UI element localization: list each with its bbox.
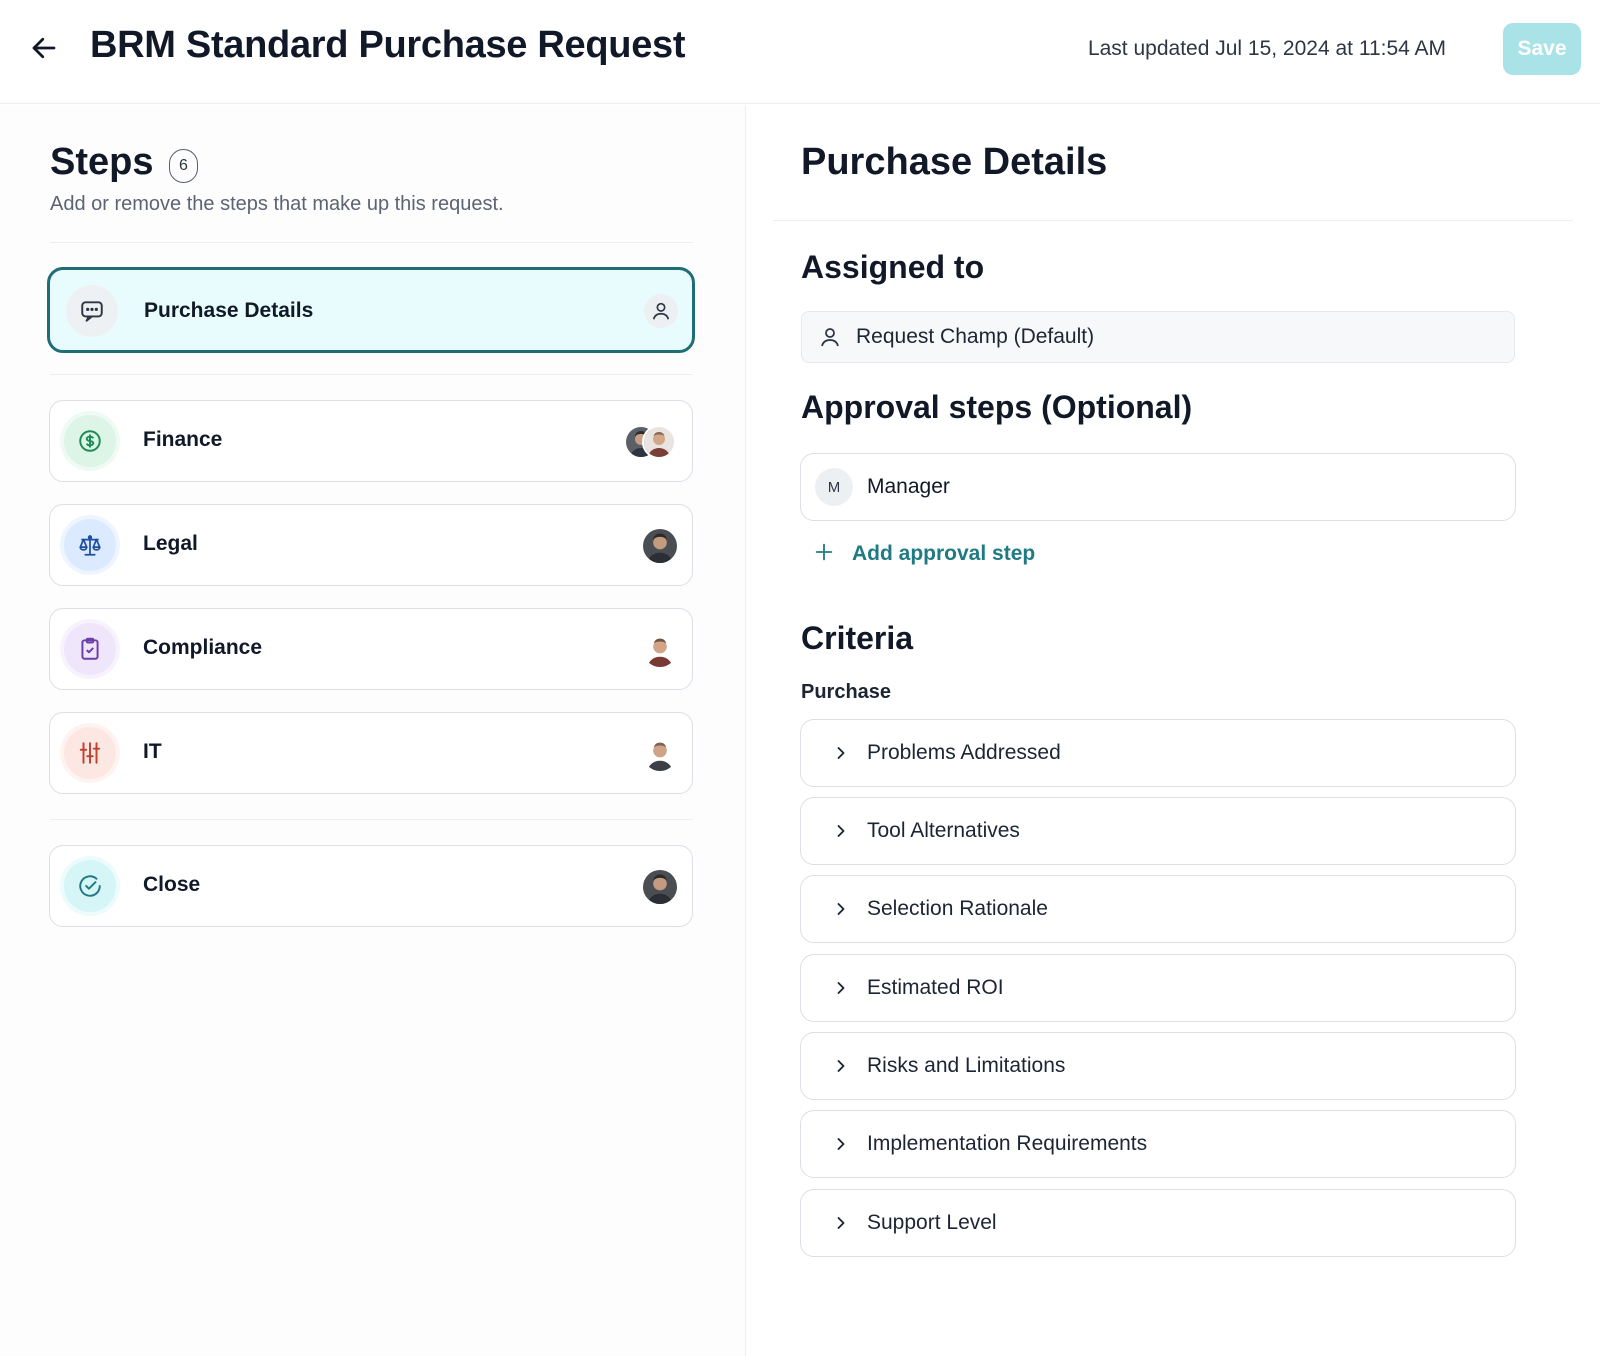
details-panel: Purchase Details Assigned to Request Cha… xyxy=(747,105,1600,1356)
avatar xyxy=(643,529,677,563)
step-label: Close xyxy=(143,873,201,896)
save-button[interactable]: Save xyxy=(1503,23,1581,75)
criteria-item-tool-alternatives[interactable]: Tool Alternatives xyxy=(800,797,1516,865)
steps-title: Steps xyxy=(50,141,154,183)
chat-icon xyxy=(66,285,118,337)
approval-step-label: Manager xyxy=(867,475,950,498)
step-card-compliance[interactable]: Compliance xyxy=(49,608,693,690)
chevron-right-icon xyxy=(837,1060,845,1072)
criteria-item-selection-rationale[interactable]: Selection Rationale xyxy=(800,875,1516,943)
step-card-purchase-details[interactable]: Purchase Details xyxy=(47,267,695,353)
assignee-value: Request Champ (Default) xyxy=(856,325,1095,348)
page-title: BRM Standard Purchase Request xyxy=(90,24,686,66)
avatar xyxy=(642,425,676,459)
criteria-heading: Criteria xyxy=(801,620,914,656)
step-label: Compliance xyxy=(143,636,263,659)
approval-step-manager[interactable]: M Manager xyxy=(800,453,1516,521)
step-label: Legal xyxy=(143,532,198,555)
chevron-right-icon xyxy=(837,1217,845,1229)
plus-icon xyxy=(813,540,837,568)
dollar-icon xyxy=(64,415,116,467)
steps-count-badge: 6 xyxy=(169,149,198,183)
chevron-right-icon xyxy=(837,825,845,837)
assigned-heading: Assigned to xyxy=(801,249,985,285)
chevron-right-icon xyxy=(837,982,845,994)
criteria-item-label: Support Level xyxy=(867,1211,997,1234)
avatar xyxy=(643,870,677,904)
criteria-item-estimated-roi[interactable]: Estimated ROI xyxy=(800,954,1516,1022)
step-label: Finance xyxy=(143,428,223,451)
divider xyxy=(50,374,693,375)
criteria-item-implementation-requirements[interactable]: Implementation Requirements xyxy=(800,1110,1516,1178)
approval-heading: Approval steps (Optional) xyxy=(801,389,1193,425)
chevron-right-icon xyxy=(837,747,845,759)
chevron-right-icon xyxy=(837,903,845,915)
divider xyxy=(50,819,693,820)
clipboard-check-icon xyxy=(64,623,116,675)
criteria-item-support-level[interactable]: Support Level xyxy=(800,1189,1516,1257)
criteria-item-label: Selection Rationale xyxy=(867,897,1048,920)
user-icon xyxy=(644,294,678,328)
criteria-item-label: Tool Alternatives xyxy=(867,819,1020,842)
page-header: BRM Standard Purchase Request Last updat… xyxy=(0,0,1600,104)
criteria-item-label: Estimated ROI xyxy=(867,976,1004,999)
details-title: Purchase Details xyxy=(801,141,1108,183)
step-card-finance[interactable]: Finance xyxy=(49,400,693,482)
avatar: M xyxy=(815,468,853,506)
scale-icon xyxy=(64,519,116,571)
approver-avatars xyxy=(624,425,676,459)
add-approval-step-label: Add approval step xyxy=(852,542,1036,565)
add-approval-step-button[interactable]: Add approval step xyxy=(813,537,1035,571)
divider xyxy=(50,242,693,243)
avatar xyxy=(643,633,677,667)
steps-subtitle: Add or remove the steps that make up thi… xyxy=(50,193,504,215)
arrow-left-icon xyxy=(32,37,56,59)
criteria-item-label: Problems Addressed xyxy=(867,741,1061,764)
criteria-group-label: Purchase xyxy=(801,681,892,703)
step-label: IT xyxy=(143,740,162,763)
criteria-item-problems-addressed[interactable]: Problems Addressed xyxy=(800,719,1516,787)
criteria-item-label: Risks and Limitations xyxy=(867,1054,1066,1077)
step-card-legal[interactable]: Legal xyxy=(49,504,693,586)
chevron-right-icon xyxy=(837,1138,845,1150)
sliders-icon xyxy=(64,727,116,779)
check-circle-icon xyxy=(64,860,116,912)
criteria-item-risks-and-limitations[interactable]: Risks and Limitations xyxy=(800,1032,1516,1100)
divider xyxy=(773,220,1573,221)
avatar xyxy=(643,737,677,771)
step-label: Purchase Details xyxy=(144,299,314,322)
back-button[interactable] xyxy=(26,30,62,66)
steps-panel: Steps 6 Add or remove the steps that mak… xyxy=(0,105,746,1356)
last-updated-text: Last updated Jul 15, 2024 at 11:54 AM xyxy=(1087,37,1446,60)
step-card-it[interactable]: IT xyxy=(49,712,693,794)
user-icon xyxy=(821,328,839,347)
step-card-close[interactable]: Close xyxy=(49,845,693,927)
assignee-select[interactable]: Request Champ (Default) xyxy=(801,311,1515,363)
criteria-item-label: Implementation Requirements xyxy=(867,1132,1148,1155)
